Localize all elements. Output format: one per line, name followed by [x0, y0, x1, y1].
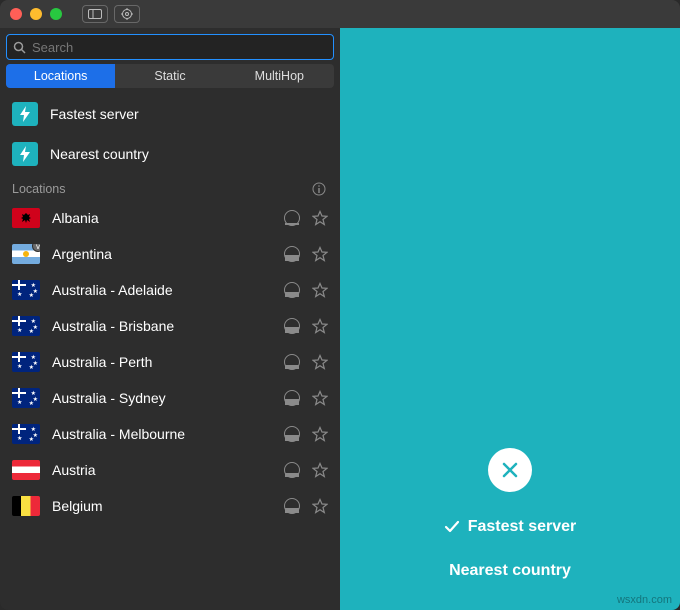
location-name: Australia - Perth — [52, 354, 272, 370]
location-row[interactable]: Albania — [0, 200, 340, 236]
search-field[interactable] — [6, 34, 334, 60]
sidebar-toggle-button[interactable] — [82, 5, 108, 23]
sidebar-icon — [88, 9, 102, 19]
minimize-window-button[interactable] — [30, 8, 42, 20]
location-row[interactable]: Belgium — [0, 488, 340, 524]
load-indicator — [284, 318, 300, 334]
star-icon[interactable] — [312, 354, 328, 370]
verified-badge: v — [32, 244, 40, 252]
star-icon[interactable] — [312, 498, 328, 514]
load-indicator — [284, 498, 300, 514]
flag-icon: ★★★★ — [12, 316, 40, 336]
flag-icon: v — [12, 244, 40, 264]
location-row[interactable]: ★★★★ Australia - Sydney — [0, 380, 340, 416]
gear-icon — [121, 8, 133, 20]
main-panel: Fastest server Nearest country wsxdn.com — [340, 28, 680, 610]
load-indicator — [284, 246, 300, 262]
star-icon[interactable] — [312, 462, 328, 478]
search-input[interactable] — [26, 40, 327, 55]
star-icon[interactable] — [312, 246, 328, 262]
location-name: Australia - Brisbane — [52, 318, 272, 334]
titlebar-buttons — [82, 5, 140, 23]
flag-icon — [12, 460, 40, 480]
settings-button[interactable] — [114, 5, 140, 23]
location-row[interactable]: ★★★★ Australia - Perth — [0, 344, 340, 380]
search-icon — [13, 41, 26, 54]
window-controls — [10, 8, 62, 20]
star-icon[interactable] — [312, 390, 328, 406]
location-name: Belgium — [52, 498, 272, 514]
app-body: Locations Static MultiHop Fastest server… — [0, 28, 680, 610]
tab-locations[interactable]: Locations — [6, 64, 115, 88]
location-name: Australia - Adelaide — [52, 282, 272, 298]
flag-icon: ★★★★ — [12, 352, 40, 372]
zoom-window-button[interactable] — [50, 8, 62, 20]
sidebar: Locations Static MultiHop Fastest server… — [0, 28, 340, 610]
close-icon — [500, 460, 520, 480]
flag-icon: ★★★★ — [12, 280, 40, 300]
main-fastest-server[interactable]: Fastest server — [444, 518, 577, 536]
location-row[interactable]: v Argentina — [0, 236, 340, 272]
load-indicator — [284, 426, 300, 442]
locations-list[interactable]: Albania v Argentina ★★★★ Australia - Adelaid… — [0, 200, 340, 610]
load-indicator — [284, 462, 300, 478]
tab-multihop[interactable]: MultiHop — [225, 64, 334, 88]
check-icon — [444, 519, 460, 535]
bolt-icon — [12, 102, 38, 126]
star-icon[interactable] — [312, 426, 328, 442]
flag-icon — [12, 496, 40, 516]
location-name: Albania — [52, 210, 272, 226]
location-name: Australia - Melbourne — [52, 426, 272, 442]
load-indicator — [284, 282, 300, 298]
load-indicator — [284, 390, 300, 406]
location-name: Austria — [52, 462, 272, 478]
info-icon[interactable] — [312, 182, 326, 196]
flag-icon — [12, 208, 40, 228]
star-icon[interactable] — [312, 282, 328, 298]
load-indicator — [284, 210, 300, 226]
flag-icon: ★★★★ — [12, 424, 40, 444]
fastest-server-option[interactable]: Fastest server — [0, 94, 340, 134]
load-indicator — [284, 354, 300, 370]
star-icon[interactable] — [312, 210, 328, 226]
location-row[interactable]: ★★★★ Australia - Adelaide — [0, 272, 340, 308]
location-row[interactable]: Austria — [0, 452, 340, 488]
location-name: Argentina — [52, 246, 272, 262]
main-fastest-label: Fastest server — [468, 518, 577, 536]
location-row[interactable]: ★★★★ Australia - Brisbane — [0, 308, 340, 344]
location-row[interactable]: ★★★★ Australia - Melbourne — [0, 416, 340, 452]
nearest-country-label: Nearest country — [50, 146, 149, 162]
tab-static[interactable]: Static — [115, 64, 224, 88]
flag-icon: ★★★★ — [12, 388, 40, 408]
locations-section-header: Locations — [0, 174, 340, 200]
locations-section-title: Locations — [12, 182, 66, 196]
server-tabs: Locations Static MultiHop — [6, 64, 334, 88]
nearest-country-option[interactable]: Nearest country — [0, 134, 340, 174]
location-name: Australia - Sydney — [52, 390, 272, 406]
fastest-server-label: Fastest server — [50, 106, 139, 122]
bolt-icon — [12, 142, 38, 166]
main-nearest-label: Nearest country — [449, 562, 571, 580]
close-window-button[interactable] — [10, 8, 22, 20]
main-nearest-country[interactable]: Nearest country — [449, 562, 571, 580]
app-window: Locations Static MultiHop Fastest server… — [0, 0, 680, 610]
star-icon[interactable] — [312, 318, 328, 334]
titlebar — [0, 0, 680, 28]
disconnect-button[interactable] — [488, 448, 532, 492]
watermark: wsxdn.com — [617, 594, 672, 606]
